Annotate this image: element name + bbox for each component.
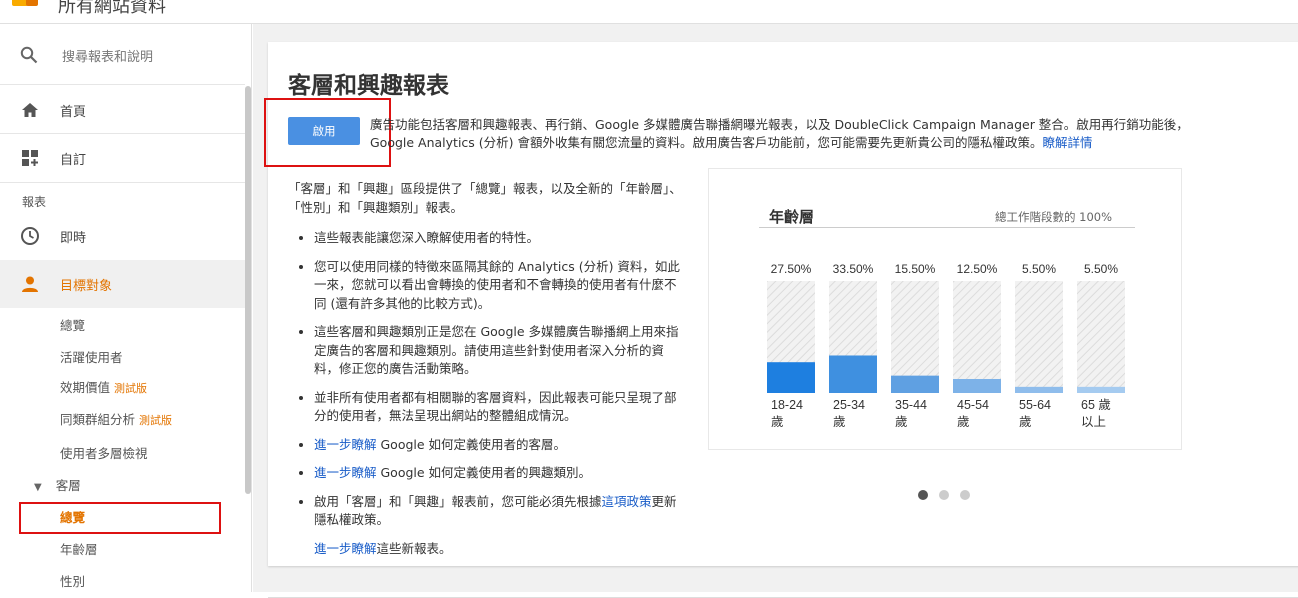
reports-section-label: 報表 [22,195,47,209]
data-label: 12.50% [957,262,998,276]
sidebar-item-audience[interactable]: 目標對象 [0,260,245,308]
learn-more-link[interactable]: 進一步瞭解 [314,541,377,556]
main-content: 客層和興趣報表 啟用 廣告功能包括客層和興趣報表、再行銷、Google 多媒體廣… [253,24,1298,598]
home-icon [20,100,40,120]
highlight-box [19,502,221,534]
bar-background [953,281,1001,393]
learn-more-link[interactable]: 進一步瞭解 [314,437,377,452]
sidebar-item-realtime[interactable]: 即時 [0,212,245,260]
beta-badge: 測試版 [114,382,148,395]
list-item-text: Google 如何定義使用者的興趣類別。 [376,465,592,480]
account-title[interactable]: 所有網站資料 [58,0,166,18]
sidebar-item-label: 客層 [55,478,81,493]
bar[interactable] [1077,386,1125,393]
policy-link[interactable]: 這項政策 [602,494,652,509]
sidebar-search[interactable]: 搜尋報表和說明 [0,24,245,85]
list-item-text: Google 如何定義使用者的客層。 [376,436,567,452]
page-title: 客層和興趣報表 [288,73,449,99]
sidebar-subitem-age[interactable]: 年齡層 [60,539,98,558]
sidebar-item-label: 目標對象 [60,279,113,294]
sidebar-item-custom[interactable]: 自訂 [0,134,245,182]
sidebar-scrollbar[interactable] [245,86,251,494]
bar[interactable] [1015,386,1063,393]
search-icon [20,46,38,68]
sidebar-subitem-active-users[interactable]: 活躍使用者 [60,347,123,366]
data-label: 5.50% [1022,262,1056,276]
intro-text: 廣告功能包括客層和興趣報表、再行銷、Google 多媒體廣告聯播網曝光報表，以及… [370,116,1190,152]
list-item: 進一步瞭解 Google 如何定義使用者的客層。 [314,436,688,455]
bar[interactable] [767,362,815,393]
bullet-list: 這些報表能讓您深入瞭解使用者的特性。 您可以使用同樣的特徵來區隔其餘的 Anal… [288,229,688,530]
data-label: 5.50% [1084,262,1118,276]
chevron-down-icon[interactable]: ▾ [188,0,194,2]
sidebar-item-label: 效期價值 [60,380,111,395]
sidebar-item-label: 首頁 [60,105,87,120]
list-item-text: 啟用「客層」和「興趣」報表前，您可能必須先根據 [314,493,602,509]
list-item: 並非所有使用者都有相關聯的客層資料，因此報表可能只呈現了部分的使用者，無法呈現出… [314,389,688,426]
age-bar-chart: 27.50% 18-24 歲 33.50% 25-34 歲 15.50% 35-44 歲 12.5… [767,262,1125,429]
search-input[interactable]: 搜尋報表和說明 [62,46,153,65]
list-item: 您可以使用同樣的特徵來區隔其餘的 Analytics (分析) 資料，如此一來，… [314,258,688,314]
category-label: 歲 [833,415,846,429]
category-label: 歲 [771,415,784,429]
category-label: 歲 [1019,415,1032,429]
sidebar-item-label: 同類群組分析 [60,412,136,427]
category-label: 45-54 [957,398,989,412]
sidebar-subitem-demographics[interactable]: ▼ 客層 [34,475,81,494]
footer-text: 這些新報表。 [376,540,452,556]
sidebar: 搜尋報表和說明 首頁 自訂 報表 即時 目標對象 總覽 活躍使用者 效期價值 測試… [0,24,252,592]
lead-paragraph: 「客層」和「興趣」區段提供了「總覽」報表，以及全新的「年齡層」、「性別」和「興趣… [288,181,682,215]
top-bar: 所有網站資料 ▾ [0,0,1298,24]
bar[interactable] [953,379,1001,393]
list-item: 這些報表能讓您深入瞭解使用者的特性。 [314,229,688,248]
list-item: 啟用「客層」和「興趣」報表前，您可能必須先根據這項政策更新隱私權政策。 [314,493,688,530]
sidebar-subitem-cohort[interactable]: 同類群組分析 測試版 [60,409,172,428]
dashboard-add-icon [20,148,40,168]
category-label: 65 歲 [1081,398,1111,412]
sidebar-item-home[interactable]: 首頁 [0,86,245,134]
sidebar-subitem-gender[interactable]: 性別 [60,571,85,590]
category-label: 25-34 [833,398,865,412]
category-label: 歲 [895,415,908,429]
bar[interactable] [891,375,939,393]
person-icon [20,274,40,294]
category-label: 歲 [957,415,970,429]
carousel-dot[interactable] [939,490,949,500]
category-label: 以上 [1081,415,1106,429]
demographics-card: 客層和興趣報表 啟用 廣告功能包括客層和興趣報表、再行銷、Google 多媒體廣… [264,42,1298,598]
analytics-logo[interactable] [12,0,38,6]
description: 「客層」和「興趣」區段提供了「總覽」報表，以及全新的「年齡層」、「性別」和「興趣… [288,180,688,558]
category-label: 35-44 [895,398,927,412]
carousel-dot[interactable] [918,490,928,500]
sidebar-subitem-lifetime-value[interactable]: 效期價值 測試版 [60,377,147,396]
chevron-down-icon: ▼ [34,482,42,493]
category-label: 18-24 [771,398,803,412]
list-item: 進一步瞭解 Google 如何定義使用者的興趣類別。 [314,464,688,483]
sidebar-item-label: 自訂 [60,153,87,168]
sidebar-subitem-overview[interactable]: 總覽 [60,315,85,334]
bar[interactable] [829,355,877,393]
beta-badge: 測試版 [139,414,173,427]
learn-more-link[interactable]: 進一步瞭解 [314,465,377,480]
data-label: 15.50% [895,262,936,276]
sidebar-item-label: 即時 [60,231,87,246]
learn-more-link[interactable]: 瞭解詳情 [1043,135,1093,150]
bar-background [1077,281,1125,393]
list-item: 這些客層和興趣類別正是您在 Google 多媒體廣告聯播網上用來指定廣告的客層和… [314,323,688,379]
category-label: 55-64 [1019,398,1051,412]
sidebar-subitem-user-explorer[interactable]: 使用者多層檢視 [60,443,148,462]
age-chart-panel: 年齡層 總工作階段數的 100% 27.50% 18-24 歲 33.50% 25-34… [708,168,1182,450]
bar-background [1015,281,1063,393]
clock-icon [20,226,40,246]
footer-note: 進一步瞭解這些新報表。 [288,540,688,559]
data-label: 33.50% [833,262,874,276]
carousel-dot[interactable] [960,490,970,500]
data-label: 27.50% [771,262,812,276]
